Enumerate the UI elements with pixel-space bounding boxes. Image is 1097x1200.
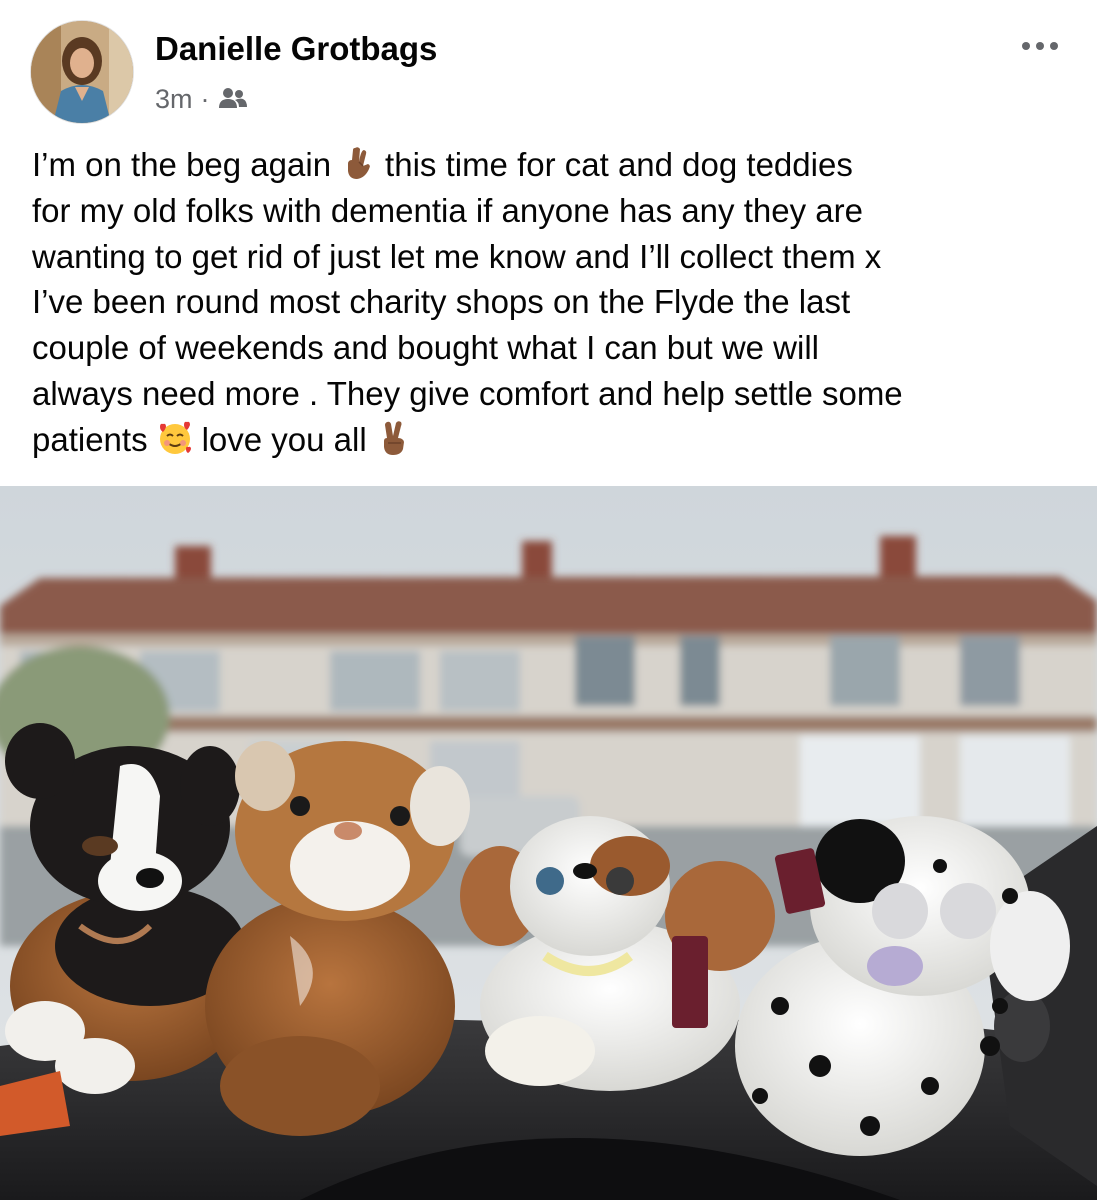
avatar[interactable] <box>30 20 134 124</box>
friends-icon[interactable] <box>218 86 248 112</box>
post-text-line: patients love you all <box>32 417 1072 463</box>
post-meta: 3m · <box>155 82 248 116</box>
post-text-line: I’ve been round most charity shops on th… <box>32 283 851 321</box>
post-photo[interactable] <box>0 486 1097 1200</box>
author-name[interactable]: Danielle Grotbags <box>155 30 437 68</box>
post-text-segment: patients <box>32 420 148 458</box>
post-text: I’m on the beg again this time for cat a… <box>32 142 1072 463</box>
post-text-segment: love you all <box>201 420 367 458</box>
victory-hand-emoji <box>375 419 413 457</box>
crossed-fingers-emoji <box>339 144 377 182</box>
smiling-face-with-hearts-emoji <box>156 419 194 457</box>
post-text-line: I’m on the beg again this time for cat a… <box>32 142 1072 188</box>
post-text-line: wanting to get rid of just let me know a… <box>32 237 882 275</box>
post-timestamp[interactable]: 3m <box>155 84 193 115</box>
post-text-line: always need more . They give comfort and… <box>32 374 903 412</box>
post-text-line: for my old folks with dementia if anyone… <box>32 191 863 229</box>
more-options-dot <box>1050 42 1058 50</box>
post-header: Danielle Grotbags 3m · <box>0 0 1097 140</box>
post-text-line: couple of weekends and bought what I can… <box>32 329 820 367</box>
more-options-button[interactable] <box>1012 30 1068 62</box>
post-text-segment: this time for cat and dog teddies <box>385 146 853 183</box>
more-options-icon <box>1022 42 1030 50</box>
meta-separator: · <box>200 83 210 114</box>
avatar-photo <box>31 21 133 123</box>
post-text-segment: I’m on the beg again <box>32 146 332 183</box>
more-options-dot <box>1036 42 1044 50</box>
